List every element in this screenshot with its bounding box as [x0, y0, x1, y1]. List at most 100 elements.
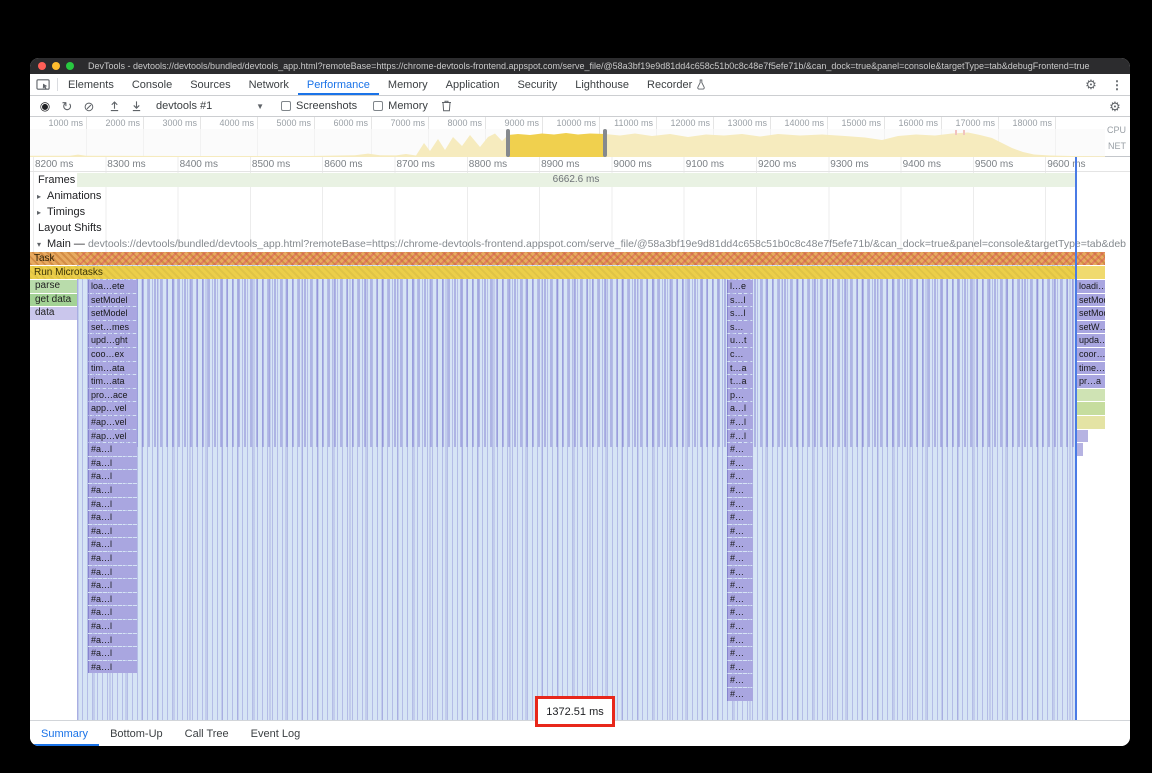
tab-security[interactable]: Security: [508, 74, 566, 95]
flame-event[interactable]: s…l: [727, 294, 753, 307]
flame-event[interactable]: a…l: [727, 402, 753, 415]
inspect-element-icon[interactable]: [30, 74, 56, 95]
flame-event[interactable]: upd…ght: [88, 334, 137, 347]
tab-memory[interactable]: Memory: [379, 74, 437, 95]
flame-event[interactable]: set…mes: [88, 321, 137, 334]
flame-event[interactable]: #a…l: [88, 620, 137, 633]
flame-event[interactable]: app…vel: [88, 402, 137, 415]
flame-event[interactable]: setModel: [88, 294, 137, 307]
run-microtasks-bar[interactable]: Run Microtasks: [30, 266, 1075, 279]
flame-event[interactable]: #…: [727, 566, 753, 579]
tab-network[interactable]: Network: [240, 74, 298, 95]
flame-event[interactable]: #…: [727, 579, 753, 592]
flame-event[interactable]: #…: [727, 538, 753, 551]
flame-event[interactable]: #a…l: [88, 661, 137, 674]
flame-event[interactable]: pro…ace: [88, 389, 137, 402]
flame-event[interactable]: #…: [727, 443, 753, 456]
flame-track-edge-label[interactable]: parse: [30, 280, 77, 293]
flame-event[interactable]: u…t: [727, 334, 753, 347]
flame-event[interactable]: #a…l: [88, 566, 137, 579]
flame-event[interactable]: s…l: [727, 307, 753, 320]
flame-event-small[interactable]: [1076, 416, 1105, 429]
flame-event[interactable]: tim…ata: [88, 362, 137, 375]
flame-event[interactable]: #ap…vel: [88, 416, 137, 429]
flame-event[interactable]: #ap…vel: [88, 430, 137, 443]
flame-track-edge-label[interactable]: data: [30, 307, 77, 320]
bottom-tab-summary[interactable]: Summary: [30, 721, 99, 746]
timings-track[interactable]: ▸ Timings: [30, 204, 1130, 220]
flame-event[interactable]: #…l: [727, 430, 753, 443]
timeline-overview[interactable]: 1000 ms2000 ms3000 ms4000 ms5000 ms6000 …: [30, 117, 1130, 157]
selection-end-line[interactable]: [1075, 157, 1077, 720]
record-button[interactable]: ◉: [34, 96, 56, 116]
flame-event[interactable]: #…: [727, 484, 753, 497]
capture-settings-gear-icon[interactable]: ⚙: [1104, 96, 1126, 116]
zoom-window-button[interactable]: [66, 62, 74, 70]
flame-event[interactable]: #…: [727, 634, 753, 647]
flame-chart[interactable]: Task Run Microtasks parseget datadata lo…: [30, 252, 1130, 720]
screenshots-checkbox[interactable]: Screenshots: [281, 100, 357, 112]
flame-event[interactable]: #a…l: [88, 470, 137, 483]
layout-shifts-track[interactable]: Layout Shifts: [30, 220, 1130, 236]
flame-event[interactable]: #…: [727, 470, 753, 483]
flame-event[interactable]: #a…l: [88, 498, 137, 511]
flame-event[interactable]: tim…ata: [88, 375, 137, 388]
flame-event-small[interactable]: [1076, 389, 1105, 402]
flame-event[interactable]: coor…dex: [1076, 348, 1105, 361]
flame-event[interactable]: #a…l: [88, 443, 137, 456]
flame-event[interactable]: setModel: [88, 307, 137, 320]
flame-event[interactable]: t…a: [727, 375, 753, 388]
settings-gear-icon[interactable]: ⚙: [1078, 74, 1104, 95]
tab-lighthouse[interactable]: Lighthouse: [566, 74, 638, 95]
history-dropdown[interactable]: devtools #1 ▼: [150, 100, 270, 112]
bottom-tab-call-tree[interactable]: Call Tree: [174, 721, 240, 746]
flame-event[interactable]: #…: [727, 525, 753, 538]
overview-window-right-handle[interactable]: [603, 129, 607, 157]
flame-event[interactable]: pr…a: [1076, 375, 1105, 388]
flame-event[interactable]: #a…l: [88, 538, 137, 551]
tab-sources[interactable]: Sources: [181, 74, 239, 95]
expand-timings-icon[interactable]: ▸: [37, 208, 41, 217]
flame-event[interactable]: setModel: [1076, 294, 1105, 307]
flame-track-edge-label[interactable]: get data: [30, 294, 77, 307]
save-profile-button[interactable]: [125, 96, 147, 116]
flame-event[interactable]: loadi…lete: [1076, 280, 1105, 293]
delete-recording-button[interactable]: [436, 96, 458, 116]
flame-event[interactable]: #a…l: [88, 579, 137, 592]
collapse-main-icon[interactable]: ▾: [37, 240, 41, 249]
reload-and-record-button[interactable]: ↻: [56, 96, 78, 116]
expand-animations-icon[interactable]: ▸: [37, 192, 41, 201]
flame-event[interactable]: #a…l: [88, 606, 137, 619]
memory-checkbox[interactable]: Memory: [373, 100, 428, 112]
task-bar[interactable]: Task: [30, 252, 1105, 265]
load-profile-button[interactable]: [103, 96, 125, 116]
tab-performance[interactable]: Performance: [298, 74, 379, 95]
flame-event[interactable]: #a…l: [88, 457, 137, 470]
flame-event[interactable]: #a…l: [88, 552, 137, 565]
flame-event[interactable]: #…: [727, 511, 753, 524]
flame-event[interactable]: #…: [727, 674, 753, 687]
tab-console[interactable]: Console: [123, 74, 181, 95]
flame-event[interactable]: #…: [727, 620, 753, 633]
bottom-tab-event-log[interactable]: Event Log: [240, 721, 312, 746]
tab-elements[interactable]: Elements: [59, 74, 123, 95]
minimize-window-button[interactable]: [52, 62, 60, 70]
timeline-ruler[interactable]: 8200 ms8300 ms8400 ms8500 ms8600 ms8700 …: [30, 157, 1130, 172]
frames-track[interactable]: 6662.6 ms Frames: [30, 172, 1130, 188]
flame-event[interactable]: #…: [727, 593, 753, 606]
flame-event[interactable]: #a…l: [88, 525, 137, 538]
flame-event[interactable]: coo…ex: [88, 348, 137, 361]
flame-event[interactable]: loa…ete: [88, 280, 137, 293]
tab-recorder[interactable]: Recorder: [638, 74, 715, 95]
flame-event[interactable]: #a…l: [88, 647, 137, 660]
more-options-icon[interactable]: ⋮: [1104, 74, 1130, 95]
flame-event[interactable]: #…: [727, 457, 753, 470]
clear-recording-button[interactable]: ⊘: [78, 96, 100, 116]
flame-event-small[interactable]: [1076, 443, 1083, 456]
flame-event[interactable]: #…: [727, 606, 753, 619]
animations-track[interactable]: ▸ Animations: [30, 188, 1130, 204]
flame-event-small[interactable]: [1076, 402, 1105, 415]
flame-event[interactable]: #…l: [727, 416, 753, 429]
flame-event[interactable]: s…: [727, 321, 753, 334]
main-track[interactable]: ▾ Main — devtools://devtools/bundled/dev…: [30, 236, 1130, 252]
